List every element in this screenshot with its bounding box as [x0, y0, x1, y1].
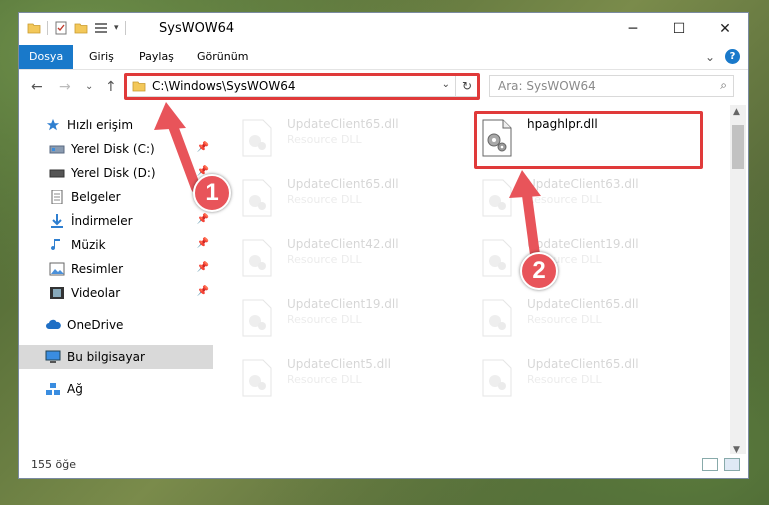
callout-1: 1 — [193, 174, 231, 212]
callout-2: 2 — [520, 252, 558, 290]
arrow-2-head — [509, 170, 541, 198]
arrow-1-head — [154, 102, 186, 130]
annotation-arrows — [154, 102, 541, 267]
arrow-2 — [521, 183, 541, 267]
